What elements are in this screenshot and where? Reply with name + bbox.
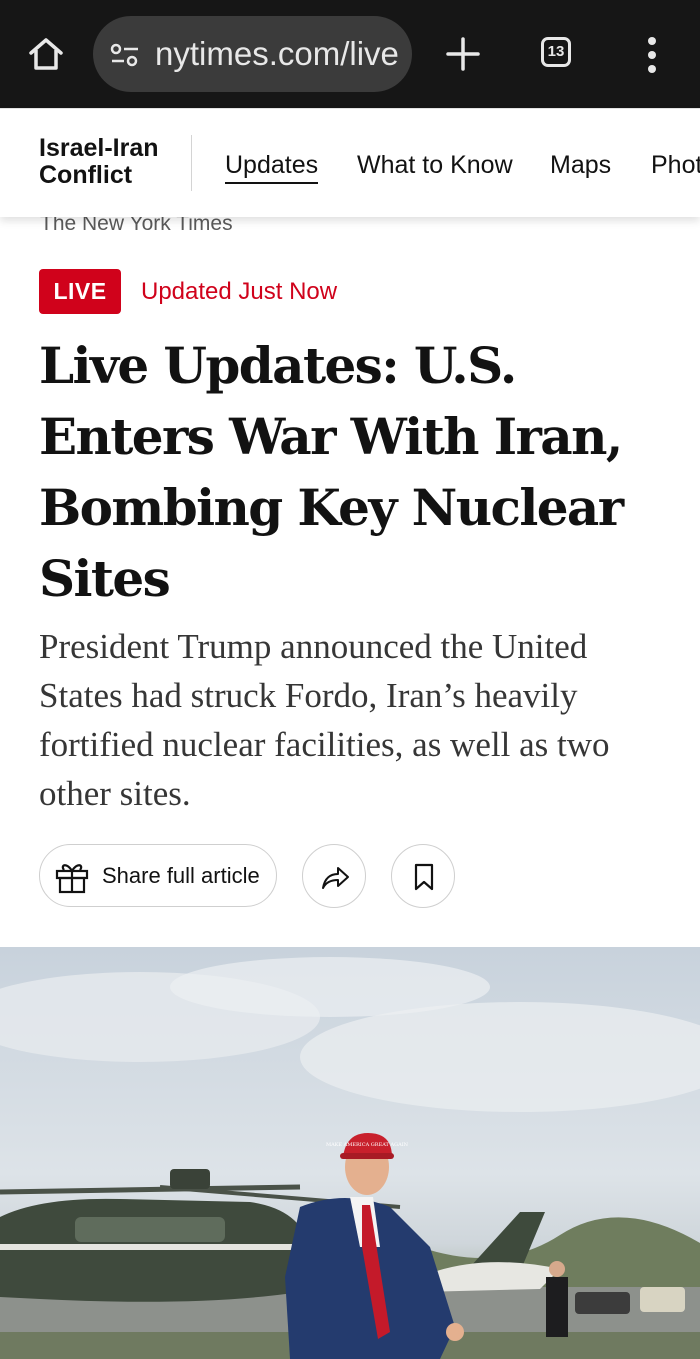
section-nav: Israel-Iran Conflict Updates What to Kno…	[0, 108, 700, 217]
hero-photo[interactable]: MAKE AMERICA GREAT AGAIN	[0, 947, 700, 1359]
tab-photos[interactable]: Photos	[651, 151, 700, 179]
more-vert-icon[interactable]	[640, 36, 664, 74]
section-title[interactable]: Israel-Iran Conflict	[39, 135, 184, 189]
cap-text: MAKE AMERICA GREAT AGAIN	[326, 1142, 409, 1148]
photo-scene: MAKE AMERICA GREAT AGAIN	[0, 957, 700, 1359]
home-icon[interactable]	[26, 34, 66, 74]
share-button[interactable]	[302, 844, 366, 908]
nav-divider	[191, 135, 192, 191]
url-text[interactable]: nytimes.com/live	[155, 33, 405, 75]
gift-icon	[54, 859, 90, 895]
tab-what-to-know[interactable]: What to Know	[357, 151, 513, 179]
address-bar[interactable]: nytimes.com/live	[93, 16, 412, 92]
article-summary: President Trump announced the United Sta…	[39, 627, 610, 813]
share-full-article-button[interactable]: Share full article	[39, 844, 277, 907]
share-arrow-icon	[322, 867, 349, 889]
tab-maps[interactable]: Maps	[550, 151, 611, 179]
headline: Live Updates: U.S. Enters War With Iran,…	[39, 336, 624, 608]
tabs-icon[interactable]: 13	[541, 37, 571, 67]
plus-icon[interactable]	[443, 34, 483, 74]
live-badge: LIVE	[39, 269, 121, 314]
bookmark-button[interactable]	[391, 844, 455, 908]
browser-toolbar: nytimes.com/live 13	[0, 0, 700, 108]
updated-timestamp: Updated Just Now	[141, 278, 338, 305]
share-label: Share full article	[102, 863, 260, 888]
tab-updates[interactable]: Updates	[225, 151, 319, 184]
tune-icon[interactable]	[110, 42, 140, 68]
bookmark-icon	[414, 863, 434, 891]
